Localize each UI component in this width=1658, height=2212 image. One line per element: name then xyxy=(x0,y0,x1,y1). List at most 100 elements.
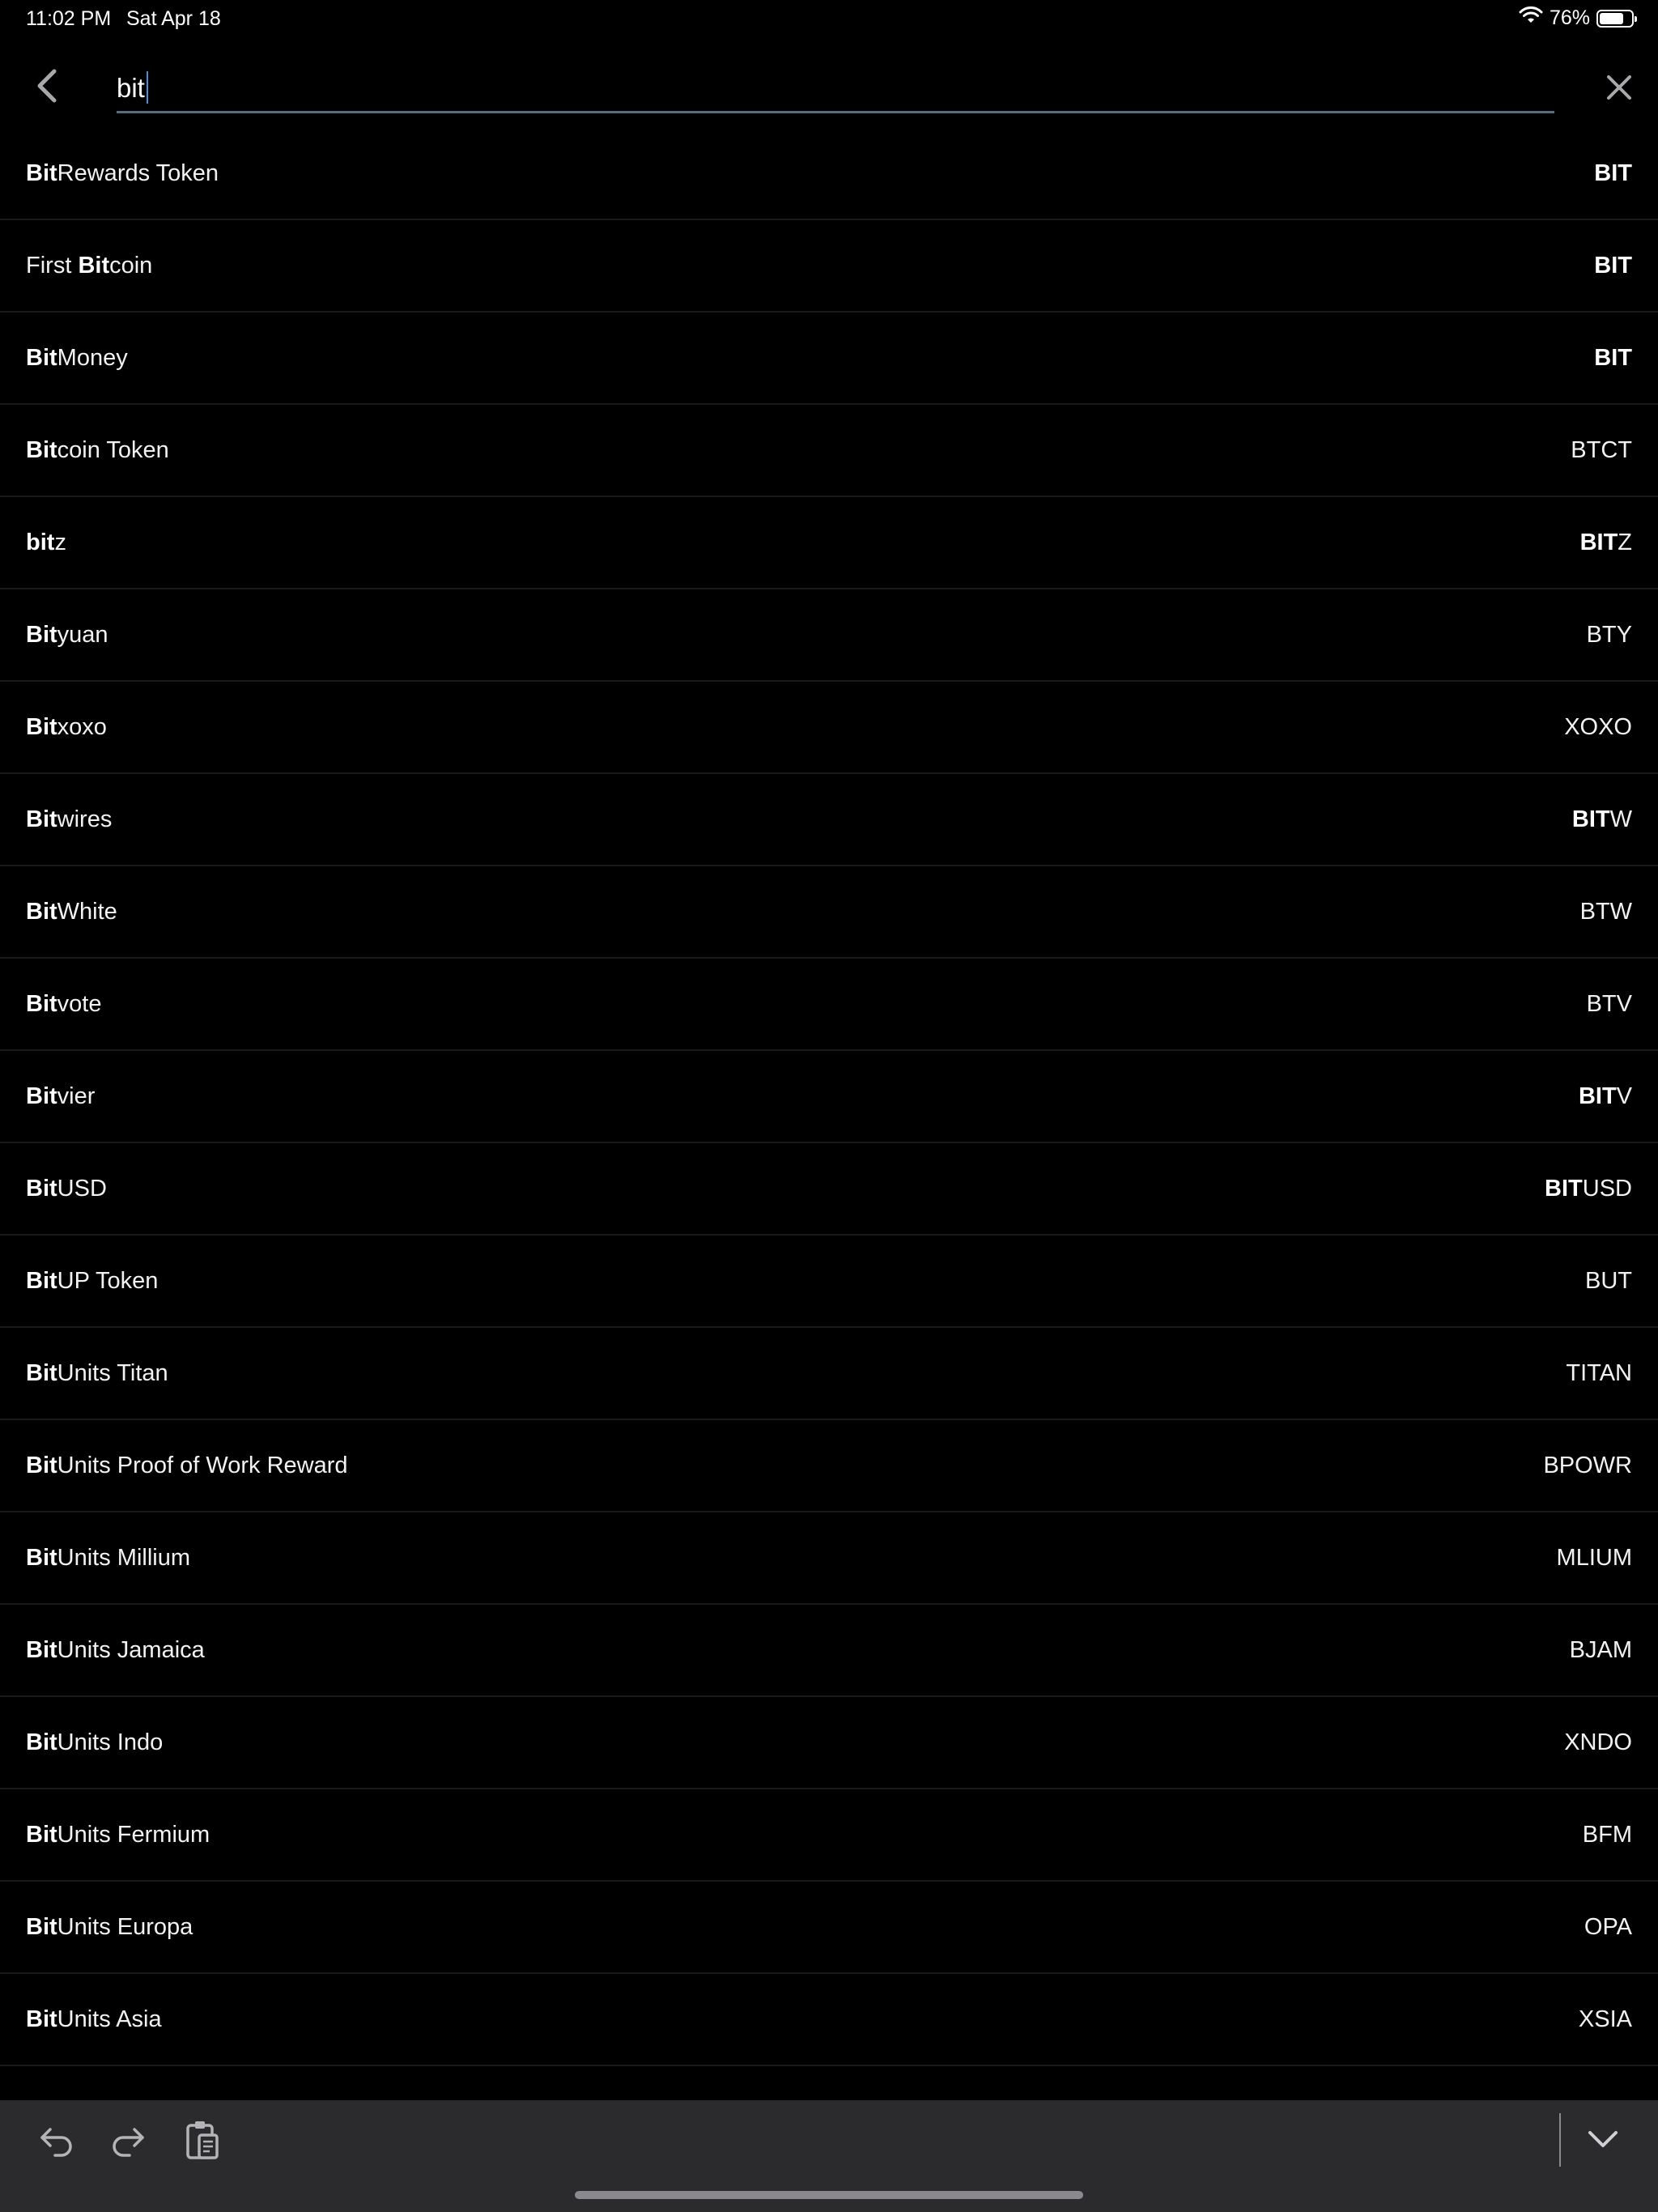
coin-symbol: BITUSD xyxy=(1545,1176,1632,1202)
status-bar: 11:02 PM Sat Apr 18 76% xyxy=(0,0,1658,39)
result-row[interactable]: BitUnits Millium MLIUM xyxy=(0,1512,1658,1605)
result-row[interactable]: Bityuan BTY xyxy=(0,589,1658,682)
coin-name-match: Bit xyxy=(78,252,110,279)
coin-symbol-suffix: OPA xyxy=(1584,1913,1632,1940)
clear-search-button[interactable] xyxy=(1598,66,1640,108)
coin-name: BitUnits Asia xyxy=(26,2006,162,2033)
coin-name-match: Bit xyxy=(26,2006,57,2032)
coin-symbol: BIT xyxy=(1594,253,1632,279)
coin-symbol: BIT xyxy=(1594,160,1632,187)
result-row[interactable]: BitUnits Fermium BFM xyxy=(0,1789,1658,1882)
coin-name: Bitxoxo xyxy=(26,714,107,741)
coin-symbol: BITV xyxy=(1579,1083,1632,1110)
undo-icon xyxy=(40,2128,72,2157)
chevron-left-icon xyxy=(37,69,57,103)
coin-symbol: TITAN xyxy=(1566,1360,1632,1387)
coin-symbol-suffix: BUT xyxy=(1585,1267,1632,1294)
coin-name: First Bitcoin xyxy=(26,253,152,279)
result-row[interactable]: BitUnits Europa OPA xyxy=(0,1882,1658,1974)
coin-name-match: Bit xyxy=(26,1544,57,1571)
coin-symbol: BTV xyxy=(1587,991,1632,1018)
coin-name: Bityuan xyxy=(26,622,108,649)
coin-symbol: XOXO xyxy=(1564,714,1632,741)
paste-button[interactable] xyxy=(181,2116,223,2163)
close-icon xyxy=(1607,75,1631,100)
coin-name-suffix: USD xyxy=(57,1175,107,1202)
result-row[interactable]: BitUnits Asia XSIA xyxy=(0,1974,1658,2066)
result-row[interactable]: BitWhite BTW xyxy=(0,866,1658,959)
status-right-group: 76% xyxy=(1519,6,1637,30)
result-row[interactable]: Bitxoxo XOXO xyxy=(0,682,1658,774)
dismiss-keyboard-button[interactable] xyxy=(1582,2118,1624,2160)
text-caret xyxy=(147,71,148,104)
coin-name-match: Bit xyxy=(26,1729,57,1755)
battery-fill xyxy=(1600,12,1623,24)
coin-symbol-match: BIT xyxy=(1545,1175,1583,1202)
result-row[interactable]: BitUnits Titan TITAN xyxy=(0,1328,1658,1420)
coin-symbol: BFM xyxy=(1583,1822,1632,1848)
coin-symbol-suffix: BTCT xyxy=(1571,436,1632,463)
coin-name: bitz xyxy=(26,530,66,556)
coin-name-suffix: Units Proof of Work Reward xyxy=(57,1452,348,1478)
coin-name: BitUSD xyxy=(26,1176,107,1202)
coin-name-match: Bit xyxy=(26,1267,57,1294)
result-row[interactable]: BitMoney BIT xyxy=(0,313,1658,405)
result-row[interactable]: Bitwires BITW xyxy=(0,774,1658,866)
coin-name-match: bit xyxy=(26,529,55,555)
coin-name-suffix: UP Token xyxy=(57,1267,159,1294)
coin-name-match: Bit xyxy=(26,713,57,740)
coin-symbol-suffix: XSIA xyxy=(1578,2006,1632,2032)
coin-name-match: Bit xyxy=(26,1821,57,1848)
coin-symbol: BIT xyxy=(1594,345,1632,372)
coin-name-suffix: Money xyxy=(57,344,128,371)
coin-symbol-suffix: MLIUM xyxy=(1556,1544,1632,1571)
result-row[interactable]: Bitvote BTV xyxy=(0,959,1658,1051)
coin-name: BitRewards Token xyxy=(26,160,219,187)
result-row[interactable]: BitUSD BITUSD xyxy=(0,1143,1658,1236)
coin-name: BitUnits Jamaica xyxy=(26,1637,205,1664)
coin-name-suffix: Rewards Token xyxy=(57,160,219,186)
coin-symbol-suffix: V xyxy=(1616,1083,1632,1109)
result-row[interactable]: BitUP Token BUT xyxy=(0,1236,1658,1328)
coin-name: BitUnits Proof of Work Reward xyxy=(26,1453,348,1479)
coin-name-suffix: wires xyxy=(57,806,113,832)
search-input[interactable] xyxy=(117,65,1554,113)
coin-name-match: Bit xyxy=(26,1359,57,1386)
result-row[interactable]: BitRewards Token BIT xyxy=(0,128,1658,220)
result-row[interactable]: Bitvier BITV xyxy=(0,1051,1658,1143)
coin-symbol: BJAM xyxy=(1570,1637,1632,1664)
coin-name-suffix: coin xyxy=(109,252,153,279)
result-row[interactable]: BitUnits Proof of Work Reward BPOWR xyxy=(0,1420,1658,1512)
result-row[interactable]: bitz BITZ xyxy=(0,497,1658,589)
redo-button[interactable] xyxy=(107,2120,149,2162)
coin-name: BitMoney xyxy=(26,345,128,372)
coin-symbol: BPOWR xyxy=(1543,1453,1632,1479)
coin-name: BitUnits Europa xyxy=(26,1914,193,1941)
undo-button[interactable] xyxy=(36,2120,78,2162)
coin-name-match: Bit xyxy=(26,160,57,186)
coin-name-suffix: Units Asia xyxy=(57,2006,162,2032)
coin-name-match: Bit xyxy=(26,436,57,463)
result-row[interactable]: First Bitcoin BIT xyxy=(0,220,1658,313)
result-row[interactable]: BitUnits Jamaica BJAM xyxy=(0,1605,1658,1697)
home-indicator[interactable] xyxy=(575,2191,1083,2199)
back-button[interactable] xyxy=(24,63,70,108)
coin-symbol: MLIUM xyxy=(1557,1545,1632,1572)
coin-symbol: BITW xyxy=(1572,806,1632,833)
coin-name-suffix: Units Fermium xyxy=(57,1821,210,1848)
coin-name-suffix: Units Indo xyxy=(57,1729,164,1755)
coin-name-match: Bit xyxy=(26,621,57,648)
wifi-icon xyxy=(1519,6,1543,30)
coin-symbol-suffix: XNDO xyxy=(1564,1729,1632,1755)
coin-name: BitUnits Titan xyxy=(26,1360,168,1387)
result-row[interactable]: BitUnits Indo XNDO xyxy=(0,1697,1658,1789)
coin-name: Bitcoin Token xyxy=(26,437,169,464)
coin-name: BitUnits Millium xyxy=(26,1545,190,1572)
search-bar xyxy=(0,49,1658,130)
keyboard-accessory-bar xyxy=(0,2100,1658,2212)
coin-name-match: Bit xyxy=(26,1083,57,1109)
result-row[interactable]: Bitcoin Token BTCT xyxy=(0,405,1658,497)
coin-name-suffix: coin Token xyxy=(57,436,169,463)
coin-name-suffix: Units Millium xyxy=(57,1544,191,1571)
coin-name: Bitvote xyxy=(26,991,102,1018)
